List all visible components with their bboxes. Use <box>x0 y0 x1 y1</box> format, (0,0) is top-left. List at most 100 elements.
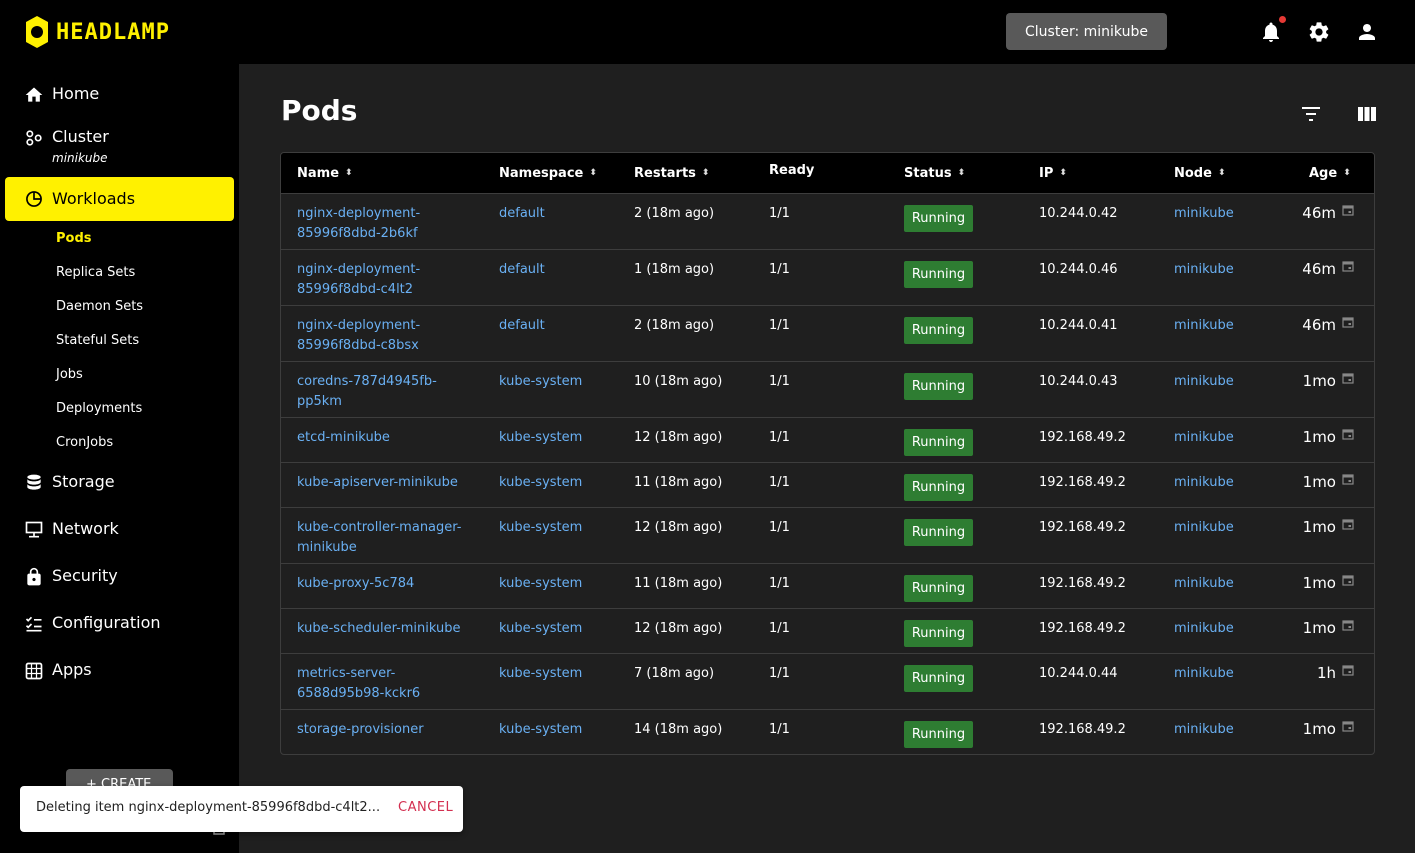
namespace-link[interactable]: kube-system <box>499 473 582 493</box>
age-text: 1mo <box>1302 720 1336 738</box>
sidebar-subitem-jobs[interactable]: Jobs <box>56 367 83 382</box>
ready-value: 1/1 <box>769 374 790 389</box>
namespace-link[interactable]: kube-system <box>499 664 582 684</box>
namespace-link[interactable]: kube-system <box>499 720 582 740</box>
home-icon <box>25 87 43 102</box>
pod-name-link[interactable]: storage-provisioner <box>297 720 477 740</box>
sort-icon: ⬍ <box>957 168 966 178</box>
node-link[interactable]: minikube <box>1174 720 1234 740</box>
age-text: 1mo <box>1302 518 1336 536</box>
cancel-button[interactable]: CANCEL <box>398 800 453 815</box>
top-bar: HEADLAMP Cluster: minikube <box>0 0 1415 64</box>
namespace-link[interactable]: kube-system <box>499 619 582 639</box>
node-link[interactable]: minikube <box>1174 473 1234 493</box>
column-header-ip[interactable]: IP ⬍ <box>1039 166 1067 181</box>
table-row: kube-apiserver-minikube kube-system 11 (18… <box>281 462 1374 507</box>
columns-icon[interactable] <box>1355 102 1379 126</box>
pod-name-link[interactable]: nginx-deployment-85996f8dbd-2b6kf <box>297 204 477 244</box>
column-label: Age <box>1309 166 1338 181</box>
bell-icon[interactable] <box>1259 20 1283 44</box>
headlamp-logo[interactable]: HEADLAMP <box>24 16 170 48</box>
pod-name-link[interactable]: nginx-deployment-85996f8dbd-c8bsx <box>297 316 477 356</box>
column-header-name[interactable]: Name ⬍ <box>297 166 353 181</box>
age-text: 46m <box>1302 316 1336 334</box>
sidebar-item-apps[interactable]: Apps <box>5 656 234 686</box>
namespace-link[interactable]: kube-system <box>499 574 582 594</box>
sidebar-item-storage[interactable]: Storage <box>5 468 234 498</box>
sidebar-item-label: Home <box>52 84 100 103</box>
calendar-icon <box>1342 620 1354 631</box>
ready-value: 1/1 <box>769 576 790 591</box>
pod-name-link[interactable]: kube-apiserver-minikube <box>297 473 477 493</box>
namespace-link[interactable]: kube-system <box>499 372 582 392</box>
sidebar-subitem-cronjobs[interactable]: CronJobs <box>56 435 113 450</box>
node-link[interactable]: minikube <box>1174 574 1234 594</box>
filter-icon[interactable] <box>1299 102 1323 126</box>
namespace-link[interactable]: default <box>499 204 545 224</box>
pod-name-link[interactable]: nginx-deployment-85996f8dbd-c4lt2 <box>297 260 477 300</box>
cluster-name: minikube <box>52 151 108 165</box>
column-label: IP <box>1039 166 1054 181</box>
node-link[interactable]: minikube <box>1174 260 1234 280</box>
namespace-link[interactable]: kube-system <box>499 518 582 538</box>
age-value: 1mo <box>1303 428 1354 446</box>
user-icon[interactable] <box>1355 20 1379 44</box>
node-link[interactable]: minikube <box>1174 518 1234 538</box>
sidebar-subitem-daemon-sets[interactable]: Daemon Sets <box>56 299 143 314</box>
column-header-status[interactable]: Status ⬍ <box>904 166 965 181</box>
snackbar-message: Deleting item nginx-deployment-85996f8db… <box>36 800 381 815</box>
sidebar-subitem-pods[interactable]: Pods <box>56 231 92 246</box>
pod-name-link[interactable]: etcd-minikube <box>297 428 477 448</box>
ip-value: 10.244.0.42 <box>1039 206 1118 221</box>
sidebar-item-home[interactable]: Home <box>5 80 234 110</box>
node-link[interactable]: minikube <box>1174 372 1234 392</box>
status-badge: Running <box>904 519 973 546</box>
ready-value: 1/1 <box>769 475 790 490</box>
column-header-age[interactable]: Age ⬍ <box>1309 166 1351 181</box>
sidebar-subitem-replica-sets[interactable]: Replica Sets <box>56 265 135 280</box>
notification-badge <box>1279 16 1286 23</box>
sidebar-item-cluster[interactable]: Cluster minikube <box>5 124 234 170</box>
pod-name-link[interactable]: metrics-server-6588d95b98-kckr6 <box>297 664 477 704</box>
sidebar-subitem-stateful-sets[interactable]: Stateful Sets <box>56 333 139 348</box>
ready-value: 1/1 <box>769 621 790 636</box>
node-link[interactable]: minikube <box>1174 428 1234 448</box>
ip-value: 192.168.49.2 <box>1039 520 1126 535</box>
sidebar-item-label: Configuration <box>52 613 161 632</box>
column-header-node[interactable]: Node ⬍ <box>1174 166 1225 181</box>
age-value: 46m <box>1302 260 1354 278</box>
gear-icon[interactable] <box>1307 20 1331 44</box>
column-header-namespace[interactable]: Namespace ⬍ <box>499 166 597 181</box>
restarts-value: 2 (18m ago) <box>634 318 715 333</box>
apps-icon <box>25 662 43 680</box>
sidebar-item-workloads[interactable]: Workloads <box>5 177 234 221</box>
cluster-button[interactable]: Cluster: minikube <box>1006 13 1167 50</box>
pod-name-link[interactable]: coredns-787d4945fb-pp5km <box>297 372 477 412</box>
page-title: Pods <box>281 94 358 127</box>
node-link[interactable]: minikube <box>1174 619 1234 639</box>
table-row: nginx-deployment-85996f8dbd-c8bsx default… <box>281 305 1374 361</box>
sidebar-item-network[interactable]: Network <box>5 515 234 545</box>
pod-name-link[interactable]: kube-scheduler-minikube <box>297 619 477 639</box>
sidebar-item-configuration[interactable]: Configuration <box>5 609 234 639</box>
sidebar-subitem-deployments[interactable]: Deployments <box>56 401 142 416</box>
node-link[interactable]: minikube <box>1174 664 1234 684</box>
namespace-link[interactable]: default <box>499 260 545 280</box>
node-link[interactable]: minikube <box>1174 316 1234 336</box>
sort-icon: ⬍ <box>1343 168 1351 178</box>
ip-value: 192.168.49.2 <box>1039 621 1126 636</box>
pod-name-link[interactable]: kube-proxy-5c784 <box>297 574 477 594</box>
namespace-link[interactable]: default <box>499 316 545 336</box>
snackbar: Deleting item nginx-deployment-85996f8db… <box>20 786 463 832</box>
sidebar-item-label: Security <box>52 566 118 585</box>
node-link[interactable]: minikube <box>1174 204 1234 224</box>
pod-name-link[interactable]: kube-controller-manager-minikube <box>297 518 477 558</box>
status-badge: Running <box>904 205 973 232</box>
sidebar-item-security[interactable]: Security <box>5 562 234 592</box>
table-row: kube-controller-manager-minikube kube-sys… <box>281 507 1374 563</box>
ip-value: 192.168.49.2 <box>1039 430 1126 445</box>
age-text: 1mo <box>1302 372 1336 390</box>
column-header-restarts[interactable]: Restarts ⬍ <box>634 166 709 181</box>
namespace-link[interactable]: kube-system <box>499 428 582 448</box>
calendar-icon <box>1342 317 1354 328</box>
